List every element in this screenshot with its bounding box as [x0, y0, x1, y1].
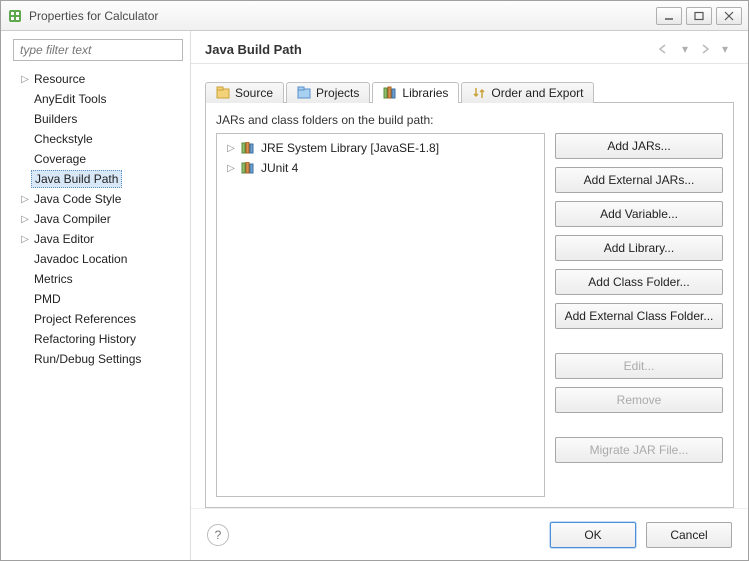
library-icon [241, 162, 257, 174]
sidebar-item-java-compiler[interactable]: ▷Java Compiler [7, 209, 184, 229]
maximize-button[interactable] [686, 7, 712, 25]
tree-item-label: Metrics [31, 271, 76, 287]
jar-label: JUnit 4 [261, 161, 298, 175]
sidebar-item-anyedit-tools[interactable]: AnyEdit Tools [7, 89, 184, 109]
property-tree[interactable]: ▷ResourceAnyEdit ToolsBuildersCheckstyle… [7, 69, 184, 552]
jar-list[interactable]: ▷ JRE System Library [JavaSE-1.8] ▷ JUnit 4 [216, 133, 545, 497]
expand-icon: ▷ [19, 214, 31, 225]
sidebar-item-java-code-style[interactable]: ▷Java Code Style [7, 189, 184, 209]
jar-entry[interactable]: ▷ JRE System Library [JavaSE-1.8] [219, 138, 542, 158]
tree-item-label: Javadoc Location [31, 251, 130, 267]
nav-buttons: ▾ ▾ [656, 41, 734, 57]
expand-icon: ▷ [19, 194, 31, 205]
tab-label: Libraries [402, 86, 448, 100]
sidebar-item-builders[interactable]: Builders [7, 109, 184, 129]
add-jars-button[interactable]: Add JARs... [555, 133, 723, 159]
sidebar-item-checkstyle[interactable]: Checkstyle [7, 129, 184, 149]
sidebar-item-project-references[interactable]: Project References [7, 309, 184, 329]
sidebar-item-java-editor[interactable]: ▷Java Editor [7, 229, 184, 249]
expand-icon: ▷ [225, 143, 237, 154]
pane-body: ▷ JRE System Library [JavaSE-1.8] ▷ JUnit 4… [216, 133, 723, 497]
add-library-button[interactable]: Add Library... [555, 235, 723, 261]
dialog-window: Properties for Calculator ▷ResourceAnyEd… [0, 0, 749, 561]
libraries-icon [383, 86, 397, 100]
tree-item-label: Coverage [31, 151, 89, 167]
dialog-body: ▷ResourceAnyEdit ToolsBuildersCheckstyle… [1, 31, 748, 560]
tree-item-label: Java Build Path [31, 170, 122, 188]
window-title: Properties for Calculator [29, 9, 656, 23]
filter-input[interactable] [13, 39, 183, 61]
sidebar-item-metrics[interactable]: Metrics [7, 269, 184, 289]
help-button[interactable]: ? [207, 524, 229, 546]
add-external-class-folder-button[interactable]: Add External Class Folder... [555, 303, 723, 329]
add-external-jars-button[interactable]: Add External JARs... [555, 167, 723, 193]
tab-label: Projects [316, 86, 359, 100]
tab-source[interactable]: Source [205, 82, 284, 103]
ok-button[interactable]: OK [550, 522, 636, 548]
add-variable-button[interactable]: Add Variable... [555, 201, 723, 227]
page-title: Java Build Path [205, 42, 656, 57]
forward-dropdown[interactable]: ▾ [716, 41, 734, 57]
tab-order-and-export[interactable]: Order and Export [461, 82, 594, 103]
order-icon [472, 86, 486, 100]
migrate-button[interactable]: Migrate JAR File... [555, 437, 723, 463]
add-class-folder-button[interactable]: Add Class Folder... [555, 269, 723, 295]
main-panel: Java Build Path ▾ ▾ Source Projects Librar… [191, 31, 748, 560]
tree-item-label: Project References [31, 311, 139, 327]
back-dropdown[interactable]: ▾ [676, 41, 694, 57]
expand-icon: ▷ [19, 74, 31, 85]
tree-item-label: AnyEdit Tools [31, 91, 110, 107]
tab-label: Source [235, 86, 273, 100]
tree-item-label: Refactoring History [31, 331, 139, 347]
app-icon [7, 8, 23, 24]
tree-item-label: Java Code Style [31, 191, 124, 207]
sidebar: ▷ResourceAnyEdit ToolsBuildersCheckstyle… [1, 31, 191, 560]
forward-button[interactable] [696, 41, 714, 57]
title-bar: Properties for Calculator [1, 1, 748, 31]
sidebar-item-resource[interactable]: ▷Resource [7, 69, 184, 89]
library-icon [241, 142, 257, 154]
tree-item-label: Run/Debug Settings [31, 351, 144, 367]
expand-icon: ▷ [19, 234, 31, 245]
tab-bar: Source Projects Libraries Order and Export [205, 76, 734, 102]
source-icon [216, 86, 230, 100]
close-button[interactable] [716, 7, 742, 25]
jar-label: JRE System Library [JavaSE-1.8] [261, 141, 439, 155]
tree-item-label: Builders [31, 111, 80, 127]
libraries-pane: JARs and class folders on the build path… [205, 102, 734, 508]
tree-item-label: Java Editor [31, 231, 97, 247]
pane-label: JARs and class folders on the build path… [216, 113, 723, 127]
sidebar-item-run-debug-settings[interactable]: Run/Debug Settings [7, 349, 184, 369]
window-buttons [656, 7, 742, 25]
projects-icon [297, 86, 311, 100]
cancel-button[interactable]: Cancel [646, 522, 732, 548]
edit-button[interactable]: Edit... [555, 353, 723, 379]
button-column: Add JARs... Add External JARs... Add Var… [555, 133, 723, 497]
tree-item-label: Resource [31, 71, 88, 87]
sidebar-item-refactoring-history[interactable]: Refactoring History [7, 329, 184, 349]
remove-button[interactable]: Remove [555, 387, 723, 413]
sidebar-item-pmd[interactable]: PMD [7, 289, 184, 309]
main-content: SourceProjectsLibrariesOrder and Export … [191, 64, 748, 508]
jar-entry[interactable]: ▷ JUnit 4 [219, 158, 542, 178]
tab-libraries[interactable]: Libraries [372, 82, 459, 103]
tree-item-label: Java Compiler [31, 211, 114, 227]
main-header: Java Build Path ▾ ▾ [191, 31, 748, 64]
sidebar-item-javadoc-location[interactable]: Javadoc Location [7, 249, 184, 269]
tab-label: Order and Export [491, 86, 583, 100]
footer: ? OK Cancel [191, 508, 748, 560]
sidebar-item-java-build-path[interactable]: Java Build Path [7, 169, 184, 189]
expand-icon: ▷ [225, 163, 237, 174]
minimize-button[interactable] [656, 7, 682, 25]
back-button[interactable] [656, 41, 674, 57]
sidebar-item-coverage[interactable]: Coverage [7, 149, 184, 169]
tab-projects[interactable]: Projects [286, 82, 370, 103]
tree-item-label: Checkstyle [31, 131, 96, 147]
tree-item-label: PMD [31, 291, 64, 307]
